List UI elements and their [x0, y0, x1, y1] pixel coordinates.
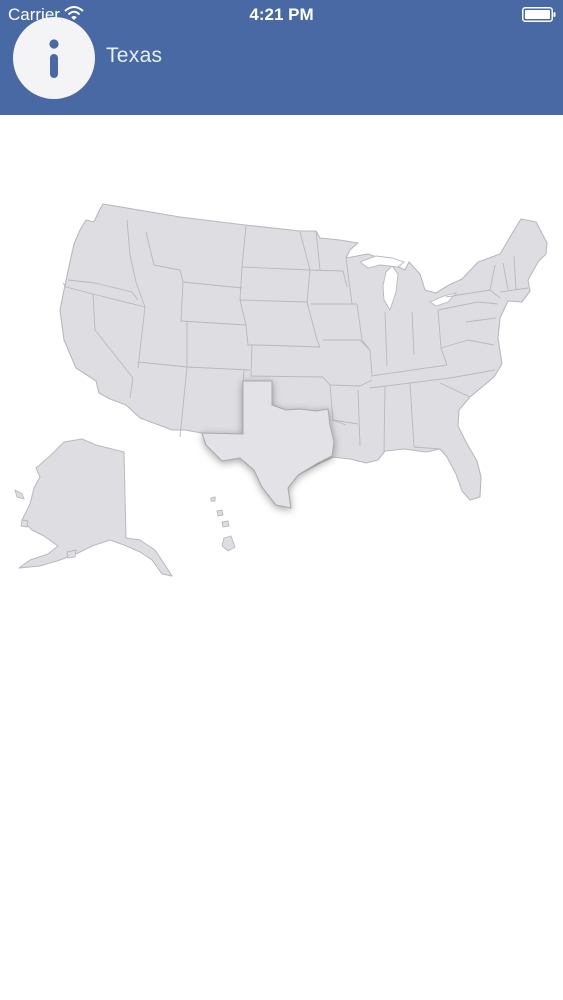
info-icon — [49, 39, 59, 78]
app-screen: Carrier 4:21 PM Texas — [0, 0, 563, 1000]
alaska-island-1 — [14, 489, 25, 500]
us-map — [14, 203, 548, 577]
state-hawaii — [210, 496, 236, 552]
battery-icon — [522, 7, 556, 22]
header-bar: Carrier 4:21 PM Texas — [0, 0, 563, 115]
alaska-island-2 — [20, 519, 29, 528]
state-alaska — [18, 438, 173, 577]
state-title: Texas — [106, 44, 163, 67]
info-button[interactable] — [13, 17, 95, 99]
